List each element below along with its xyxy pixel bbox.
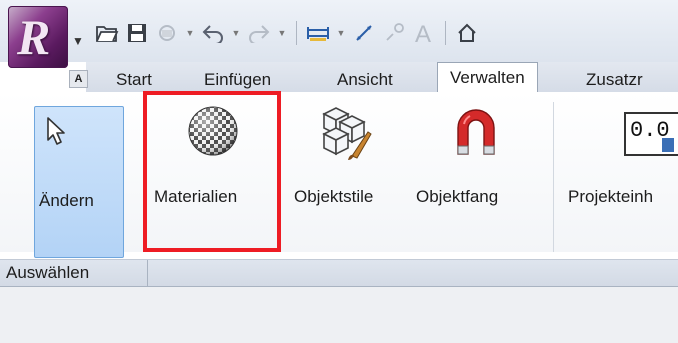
text-icon: A bbox=[411, 20, 437, 46]
redo-icon bbox=[246, 20, 272, 46]
tab-ansicht[interactable]: Ansicht bbox=[337, 68, 393, 92]
logo-letter: R bbox=[17, 9, 51, 65]
dimension-icon[interactable] bbox=[351, 20, 377, 46]
logo-badge: A bbox=[69, 70, 88, 88]
ribbon-tabs: Start Einfügen Ansicht Verwalten Zusatzr bbox=[86, 62, 678, 94]
house-icon[interactable] bbox=[454, 20, 480, 46]
objektstile-label: Objektstile bbox=[294, 187, 374, 206]
chevron-down-icon[interactable]: ▼ bbox=[230, 28, 242, 38]
canvas-area bbox=[0, 287, 678, 343]
quick-access-toolbar: ▼ ▼ ▼ ▼ A bbox=[94, 18, 480, 48]
projekteinheiten-label: Projekteinh bbox=[568, 187, 654, 206]
tab-verwalten[interactable]: Verwalten bbox=[437, 62, 538, 94]
panel-divider bbox=[147, 260, 148, 286]
panel-divider bbox=[553, 102, 554, 252]
toolbar-divider bbox=[296, 21, 297, 45]
object-styles-icon bbox=[318, 104, 374, 167]
measure-icon[interactable] bbox=[305, 20, 331, 46]
tab-einfuegen[interactable]: Einfügen bbox=[204, 68, 271, 92]
svg-text:A: A bbox=[415, 21, 431, 45]
cursor-arrow-icon bbox=[45, 115, 67, 152]
chevron-down-icon[interactable]: ▼ bbox=[276, 28, 288, 38]
objektstile-button[interactable]: Objektstile bbox=[290, 92, 410, 252]
tab-start[interactable]: Start bbox=[116, 68, 152, 92]
undo-icon[interactable] bbox=[200, 20, 226, 46]
panel-title-auswaehlen[interactable]: Auswählen bbox=[6, 260, 89, 286]
chevron-down-icon[interactable]: ▼ bbox=[335, 28, 347, 38]
save-icon[interactable] bbox=[124, 20, 150, 46]
tag-icon bbox=[381, 20, 407, 46]
highlight-box bbox=[143, 91, 281, 252]
project-units-icon: 0.0 bbox=[624, 112, 678, 156]
chevron-down-icon[interactable]: ▼ bbox=[184, 28, 196, 38]
open-folder-icon[interactable] bbox=[94, 20, 120, 46]
panel-title-bar: Auswählen bbox=[0, 259, 678, 287]
magnet-icon bbox=[452, 104, 500, 167]
application-menu-button[interactable]: R ▼ A bbox=[6, 4, 88, 88]
toolbar-divider bbox=[445, 21, 446, 45]
andern-label: Ändern bbox=[39, 191, 94, 210]
tab-zusatzmodule[interactable]: Zusatzr bbox=[586, 68, 643, 92]
projekteinheiten-button[interactable]: 0.0 Projekteinh bbox=[556, 92, 678, 252]
objektfang-label: Objektfang bbox=[416, 187, 499, 206]
objektfang-button[interactable]: Objektfang bbox=[412, 92, 542, 252]
andern-button[interactable]: Ändern bbox=[34, 106, 124, 258]
chevron-down-icon[interactable]: ▼ bbox=[72, 34, 84, 48]
sync-icon bbox=[154, 20, 180, 46]
